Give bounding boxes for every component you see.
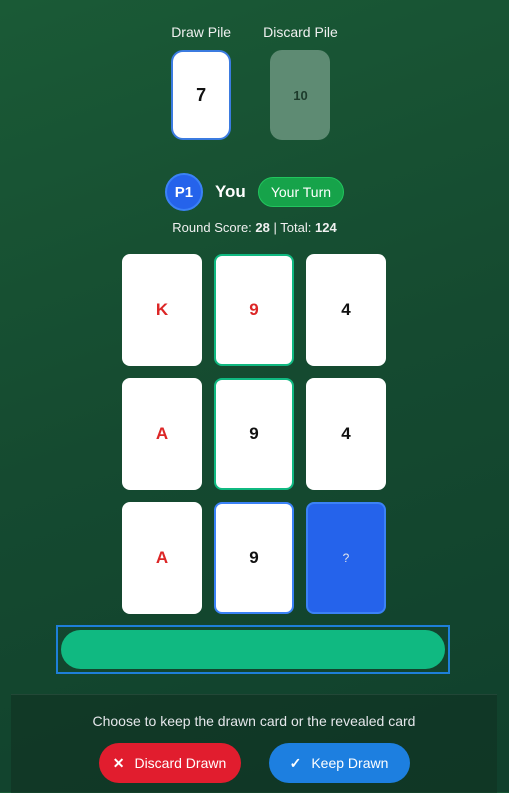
keep-drawn-label: Keep Drawn xyxy=(311,755,389,771)
draw-pile: Draw Pile 7 xyxy=(171,24,232,140)
grid-card[interactable]: 4 xyxy=(306,254,386,366)
round-score-value: 28 xyxy=(255,220,270,235)
player-name: You xyxy=(214,182,246,201)
instruction-text: Choose to keep the drawn card or the rev… xyxy=(92,713,416,729)
check-icon: ✓ xyxy=(289,754,302,771)
keep-drawn-button[interactable]: ✓ Keep Drawn xyxy=(268,743,410,783)
grid-card[interactable]: 9 xyxy=(214,254,294,366)
discard-drawn-label: Discard Drawn xyxy=(134,755,227,771)
turn-status-badge: Your Turn xyxy=(257,177,345,207)
grid-card[interactable]: 4 xyxy=(306,378,386,490)
player-avatar: P1 xyxy=(164,173,203,211)
action-bar[interactable] xyxy=(61,630,445,669)
round-score-label: Round Score: xyxy=(172,220,252,235)
score-separator: | xyxy=(273,220,277,235)
grid-card[interactable]: A xyxy=(122,378,202,490)
decision-buttons: ✕ Discard Drawn ✓ Keep Drawn xyxy=(11,743,497,783)
card-grid: K 9 4 A 9 4 A 9 ? xyxy=(122,254,386,614)
grid-card[interactable]: A xyxy=(122,502,202,614)
discard-drawn-button[interactable]: ✕ Discard Drawn xyxy=(98,743,241,783)
draw-pile-card[interactable]: 7 xyxy=(171,50,232,140)
player-header: P1 You Your Turn xyxy=(0,173,509,211)
decision-panel: Choose to keep the drawn card or the rev… xyxy=(11,694,497,793)
piles-area: Draw Pile 7 Discard Pile 10 xyxy=(0,24,509,140)
score-line: Round Score: 28 | Total: 124 xyxy=(0,220,509,235)
draw-pile-label: Draw Pile xyxy=(171,24,232,40)
total-score-value: 124 xyxy=(315,220,337,235)
discard-pile-card[interactable]: 10 xyxy=(270,50,331,140)
discard-pile: Discard Pile 10 xyxy=(263,24,338,140)
grid-card[interactable]: 9 xyxy=(214,378,294,490)
close-icon: ✕ xyxy=(112,754,125,771)
grid-card[interactable]: K xyxy=(122,254,202,366)
discard-pile-label: Discard Pile xyxy=(263,24,338,40)
action-bar-focus xyxy=(56,625,450,674)
grid-card[interactable]: 9 xyxy=(214,502,294,614)
grid-card-face-down[interactable]: ? xyxy=(306,502,386,614)
total-score-label: Total: xyxy=(280,220,312,235)
